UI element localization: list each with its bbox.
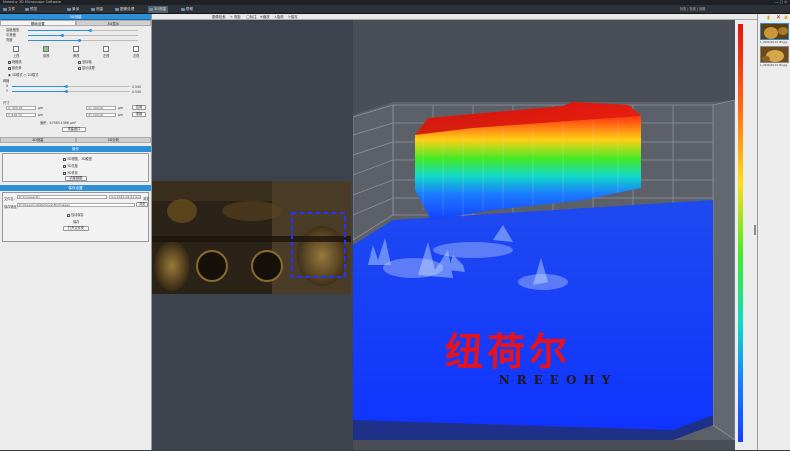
operation-box: 3D视图，3D模型 3D亮度 3D背景 清除数据 xyxy=(2,153,149,182)
slider-label: 亮度 xyxy=(6,38,13,42)
thumbnail-2[interactable] xyxy=(760,46,789,63)
save-settings-header: 保存设置 xyxy=(0,185,151,191)
microscope-image[interactable] xyxy=(152,181,351,294)
tab-3d-analysis[interactable]: 3D分析 xyxy=(75,137,151,143)
tab-3d-measure[interactable]: 3D测量 xyxy=(0,137,76,143)
unit-label: μm xyxy=(118,106,124,110)
thumbnail-caption: 1_2020-09-01 3D.jpg xyxy=(760,64,788,67)
warning-icon[interactable]: ▲ xyxy=(784,14,788,20)
folder-icon[interactable]: ▮ xyxy=(767,15,770,21)
param-slider-label: Y xyxy=(6,89,9,93)
thumbnail-panel: ▮ ✕ ▲ 1_2020-09-01 3D.jpg 1_2020-09-01 3… xyxy=(757,14,790,450)
param-label: 网格 xyxy=(3,79,10,83)
clear-data-button[interactable]: 清除数据 xyxy=(65,176,87,181)
checkbox[interactable] xyxy=(8,60,11,64)
view-label-down: 俯视 xyxy=(73,54,80,58)
op-check-3d-view[interactable]: 3D视图，3D模型 xyxy=(63,156,92,161)
operation-header: 操作 xyxy=(0,146,151,152)
view-label-right: 右视 xyxy=(133,54,140,58)
watermark-chinese: 纽荷尔 xyxy=(445,329,571,374)
check-axis[interactable]: 坐标轴 xyxy=(78,59,92,64)
height-slider[interactable] xyxy=(28,29,138,32)
view-top-button[interactable] xyxy=(13,46,19,52)
param-slider-y[interactable] xyxy=(12,90,130,93)
view-right-button[interactable] xyxy=(133,46,139,52)
checkbox[interactable] xyxy=(8,66,11,70)
open-folder-button[interactable]: 打开文件夹 xyxy=(63,226,89,231)
depth-icon xyxy=(67,8,71,11)
checkbox[interactable] xyxy=(78,60,81,64)
browse-icon[interactable]: 浏览 xyxy=(143,196,149,201)
file-icon xyxy=(3,8,7,11)
param-slider-row-y: Y 0.540 xyxy=(0,89,151,94)
main-toolbar: 文件 预览 景深 测量 图像处理 3D测量 帮助 状态 | 在线 | 设置 xyxy=(0,5,790,14)
toolbar-item-preview[interactable]: 预览 xyxy=(24,6,39,13)
unit-label: μm xyxy=(38,113,44,117)
panel-tabs: 基础设置 3D显示 xyxy=(0,20,151,26)
toolbar-item-help[interactable]: 帮助 xyxy=(180,6,195,13)
toolbar-item-image-processing[interactable]: 图像处理 xyxy=(114,6,136,13)
auto-save-check[interactable]: 自动保存 xyxy=(67,212,84,217)
brightness-slider[interactable] xyxy=(28,39,138,42)
checkbox[interactable] xyxy=(78,66,81,70)
size-label: 尺寸 xyxy=(3,101,10,105)
slider-row-brightness: 亮度 xyxy=(0,38,151,43)
area-note: 面积：47583.1366 μm² xyxy=(40,121,77,125)
section-tabs: 3D测量 3D分析 xyxy=(0,137,151,143)
pen-icon: ✎ xyxy=(230,15,233,19)
toolbar-item-3d-measure[interactable]: 3D测量 xyxy=(148,6,169,13)
size-y-field[interactable]: Y: 228.72 xyxy=(6,113,36,117)
tab-basic-settings[interactable]: 基础设置 xyxy=(0,20,76,26)
colorbar-panel xyxy=(735,20,757,450)
watermark-latin: NREEOHY xyxy=(499,373,618,387)
save-settings-box: 文件名： D:\Images\3D jpg-2020-09-01.jpg 浏览 … xyxy=(2,192,149,242)
op-check-brightness[interactable]: 3D亮度 xyxy=(63,163,78,168)
size-x-field[interactable]: X: 320.05 xyxy=(6,106,36,110)
reset-size-button[interactable]: 重置 xyxy=(132,112,146,117)
3d-surface-view[interactable]: 纽荷尔 NREEOHY xyxy=(353,20,735,450)
file-name-field[interactable]: D:\Images\3D xyxy=(17,195,107,199)
file-name-suffix[interactable]: jpg-2020-09-01.jpg xyxy=(109,195,141,199)
thumbnail-1[interactable] xyxy=(760,23,789,40)
check-grid[interactable]: 网格线 xyxy=(8,59,22,64)
toolbar-item-measure[interactable]: 测量 xyxy=(90,6,105,13)
param-slider-x[interactable] xyxy=(12,85,130,88)
help-icon xyxy=(181,8,185,11)
window-title: Nreeohy 3D Microscope Software xyxy=(3,0,62,4)
size-height-field[interactable]: 高: 100.00 xyxy=(86,106,116,110)
color-scale-bar xyxy=(738,24,756,442)
left-panel: 3D测量 基础设置 3D显示 高度缩放 平滑度 亮度 上视 前视 俯视 左视 右… xyxy=(0,14,152,450)
check-colorbar[interactable]: 颜色条 xyxy=(8,65,22,70)
cube-icon xyxy=(149,8,153,11)
smooth-slider[interactable] xyxy=(28,34,138,37)
view-down-button[interactable] xyxy=(73,46,79,52)
apply-size-button[interactable]: 应用 xyxy=(132,105,146,110)
view-label-front: 前视 xyxy=(43,54,50,58)
param-value-y: 0.540 xyxy=(132,90,142,94)
toolbar-item-file[interactable]: 文件 xyxy=(2,6,17,13)
op-check-background[interactable]: 3D背景 xyxy=(63,170,78,175)
view-front-button[interactable] xyxy=(43,46,49,52)
preview-icon xyxy=(25,8,29,11)
close-icon[interactable]: ✕ xyxy=(776,14,781,21)
save-dir-field[interactable]: D:\Nreeohy\Data\Save\3D\Images xyxy=(17,203,135,207)
view-label-top: 上视 xyxy=(13,54,20,58)
tab-3d-display[interactable]: 3D显示 xyxy=(75,20,151,26)
ruler-icon xyxy=(91,8,95,11)
view-left-button[interactable] xyxy=(103,46,109,52)
check-texture[interactable]: 显示纹理 xyxy=(78,65,95,70)
save-button[interactable]: 保存 xyxy=(73,219,79,224)
thumbnail-caption: 1_2020-09-01 3D.jpg xyxy=(760,41,788,44)
status-right: 状态 | 在线 | 设置 xyxy=(680,7,706,11)
image-icon xyxy=(115,8,119,11)
unit-label: μm xyxy=(38,106,44,110)
mode-radio[interactable]: ◉ 3D模式 ○ 2D模式 xyxy=(8,72,38,77)
toolbar-item-depth[interactable]: 景深 xyxy=(66,6,81,13)
unit-label: μm xyxy=(118,113,124,117)
rebuild-window-button[interactable]: 重建窗口 xyxy=(62,127,86,132)
size-width-field[interactable]: 宽: 100.00 xyxy=(86,113,116,117)
save-dir-browse-button[interactable]: 浏览 xyxy=(136,202,148,207)
view-label-left: 左视 xyxy=(103,54,110,58)
file-name-label: 文件名： xyxy=(4,197,17,201)
